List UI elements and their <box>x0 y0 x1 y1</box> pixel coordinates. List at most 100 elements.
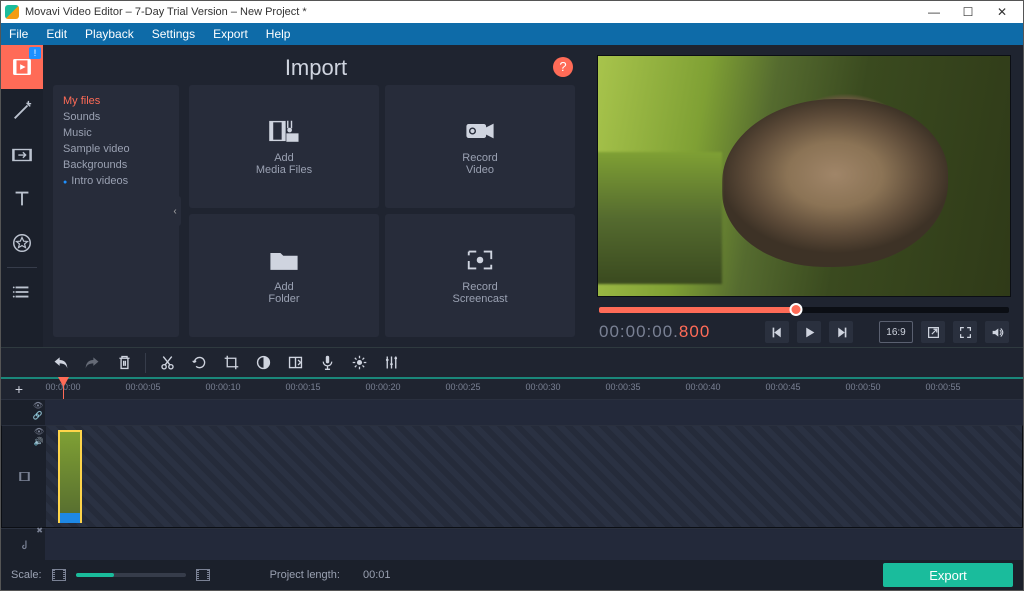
filters-tab[interactable] <box>1 89 43 133</box>
import-tab[interactable]: ! <box>1 45 43 89</box>
mute-toggle[interactable]: ✖ <box>36 527 43 535</box>
aspect-ratio-button[interactable]: 16:9 <box>879 321 913 343</box>
undo-button[interactable] <box>47 351 73 375</box>
more-tab[interactable] <box>1 270 43 314</box>
edit-toolbar <box>1 347 1023 379</box>
voiceover-button[interactable] <box>314 351 340 375</box>
maximize-button[interactable]: ☐ <box>951 2 985 22</box>
transitions-tab[interactable] <box>1 133 43 177</box>
ruler-tick: 00:00:45 <box>765 382 800 392</box>
menu-file[interactable]: File <box>9 27 28 41</box>
popout-button[interactable] <box>921 321 945 343</box>
video-clip[interactable] <box>58 430 82 523</box>
transitions-icon <box>11 144 33 166</box>
window-title: Movavi Video Editor – 7-Day Trial Versio… <box>25 6 307 18</box>
play-button[interactable] <box>797 321 821 343</box>
visibility-toggle[interactable]: 👁 <box>33 402 43 410</box>
prev-frame-button[interactable] <box>765 321 789 343</box>
timeline: + 00:00:0000:00:0500:00:1000:00:1500:00:… <box>1 379 1023 560</box>
time-ruler[interactable]: + 00:00:0000:00:0500:00:1000:00:1500:00:… <box>1 379 1023 399</box>
volume-button[interactable] <box>985 321 1009 343</box>
add-folder-button[interactable]: Add Folder <box>189 214 379 337</box>
preview-frame-image <box>598 56 1010 296</box>
category-music[interactable]: Music <box>63 125 169 141</box>
video-track-lane[interactable] <box>46 426 1022 527</box>
app-logo-icon <box>5 5 19 19</box>
preview-viewport[interactable] <box>597 55 1011 297</box>
side-toolbar: ! <box>1 45 43 347</box>
video-track: 👁🔊 <box>1 425 1023 528</box>
record-video-button[interactable]: Record Video <box>385 85 575 208</box>
next-frame-button[interactable] <box>829 321 853 343</box>
menu-edit[interactable]: Edit <box>46 27 67 41</box>
card-label: Add Folder <box>268 281 299 305</box>
seek-knob[interactable] <box>789 303 802 316</box>
ruler-tick: 00:00:25 <box>445 382 480 392</box>
video-track-header[interactable]: 👁🔊 <box>2 426 46 527</box>
audio-track: ✖ <box>1 528 1023 560</box>
text-track-lane[interactable] <box>45 400 1023 425</box>
cut-button[interactable] <box>154 351 180 375</box>
project-length-value: 00:01 <box>363 569 391 581</box>
help-button[interactable]: ? <box>553 57 573 77</box>
color-adjust-button[interactable] <box>250 351 276 375</box>
close-button[interactable]: ✕ <box>985 2 1019 22</box>
ruler-tick: 00:00:55 <box>925 382 960 392</box>
camera-icon <box>464 118 496 144</box>
preview-panel: 00:00:00.800 16:9 <box>589 45 1023 347</box>
category-intro-videos[interactable]: Intro videos <box>63 173 169 189</box>
minimize-button[interactable]: — <box>917 2 951 22</box>
fullscreen-button[interactable] <box>953 321 977 343</box>
ruler-tick: 00:00:35 <box>605 382 640 392</box>
panel-title: Import ? <box>43 45 589 85</box>
ruler-tick: 00:00:20 <box>365 382 400 392</box>
menu-help[interactable]: Help <box>266 27 291 41</box>
record-screencast-button[interactable]: Record Screencast <box>385 214 575 337</box>
menubar: File Edit Playback Settings Export Help <box>1 23 1023 45</box>
playhead[interactable] <box>63 379 64 399</box>
crop-button[interactable] <box>218 351 244 375</box>
text-track-header[interactable]: 👁🔗 <box>1 400 45 425</box>
menu-export[interactable]: Export <box>213 27 248 41</box>
video-track-icon <box>18 470 31 483</box>
link-toggle[interactable]: 🔗 <box>33 412 43 420</box>
menu-playback[interactable]: Playback <box>85 27 134 41</box>
filmstrip-icon <box>11 56 33 78</box>
seek-bar[interactable] <box>599 307 1009 313</box>
zoom-in-icon[interactable] <box>196 569 210 581</box>
category-sample-video[interactable]: Sample video <box>63 141 169 157</box>
titles-tab[interactable] <box>1 177 43 221</box>
card-label: Add Media Files <box>256 152 312 176</box>
mute-toggle[interactable]: 🔊 <box>34 438 44 446</box>
split-button[interactable] <box>282 351 308 375</box>
visibility-toggle[interactable]: 👁 <box>34 428 44 436</box>
titlebar: Movavi Video Editor – 7-Day Trial Versio… <box>1 1 1023 23</box>
rotate-button[interactable] <box>186 351 212 375</box>
project-length-label: Project length: <box>270 569 340 581</box>
audio-track-lane[interactable] <box>45 529 1023 560</box>
notification-badge: ! <box>29 47 41 59</box>
text-icon <box>11 188 33 210</box>
stickers-tab[interactable] <box>1 221 43 265</box>
ruler-tick: 00:00:30 <box>525 382 560 392</box>
category-my-files[interactable]: My files <box>63 93 169 109</box>
folder-icon <box>268 247 300 273</box>
redo-button[interactable] <box>79 351 105 375</box>
collapse-categories-button[interactable]: ‹ <box>169 196 181 226</box>
text-track: 👁🔗 <box>1 399 1023 425</box>
audio-track-header[interactable]: ✖ <box>1 529 45 560</box>
text-track-icon <box>17 406 30 419</box>
menu-settings[interactable]: Settings <box>152 27 195 41</box>
add-track-button[interactable]: + <box>1 381 37 397</box>
category-sounds[interactable]: Sounds <box>63 109 169 125</box>
scale-label: Scale: <box>11 569 42 581</box>
export-button[interactable]: Export <box>883 563 1013 587</box>
clip-properties-button[interactable] <box>346 351 372 375</box>
magic-wand-icon <box>11 100 33 122</box>
scale-slider[interactable] <box>76 573 186 577</box>
delete-button[interactable] <box>111 351 137 375</box>
add-media-files-button[interactable]: Add Media Files <box>189 85 379 208</box>
zoom-out-icon[interactable] <box>52 569 66 581</box>
category-backgrounds[interactable]: Backgrounds <box>63 157 169 173</box>
equalizer-button[interactable] <box>378 351 404 375</box>
